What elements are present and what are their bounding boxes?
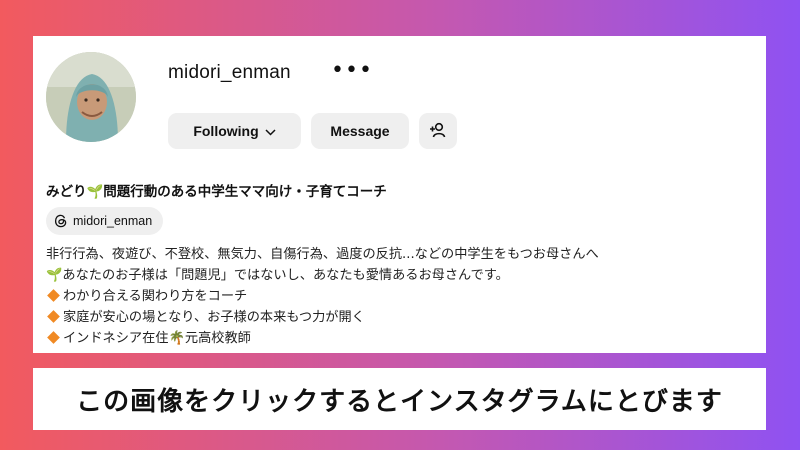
bio-line: 🌱あなたのお子様は「問題児」ではないし、あなたも愛情あるお母さんです。 <box>46 268 509 283</box>
threads-link[interactable]: midori_enman <box>46 207 164 235</box>
following-button[interactable]: Following <box>168 113 301 149</box>
bio-line: インドネシア在住🌴元高校教師 <box>46 328 599 349</box>
bio: 非行行為、夜遊び、不登校、無気力、自傷行為、過度の反抗...などの中学生をもつお… <box>46 244 599 349</box>
diamond-bullet-icon <box>47 310 60 323</box>
message-label: Message <box>330 123 390 139</box>
display-name: みどり🌱問題行動のある中学生ママ向け・子育てコーチ <box>46 184 387 200</box>
diamond-bullet-icon <box>47 331 60 344</box>
bio-line: 家庭が安心の場となり、お子様の本来もつ力が開く <box>46 307 599 328</box>
chevron-down-icon <box>265 123 276 139</box>
username[interactable]: midori_enman <box>168 62 291 84</box>
message-button[interactable]: Message <box>311 113 409 149</box>
following-label: Following <box>193 123 259 139</box>
more-options-icon[interactable]: ••• <box>331 60 373 82</box>
diamond-bullet-icon <box>47 289 60 302</box>
bio-text: インドネシア在住🌴元高校教師 <box>63 331 251 346</box>
avatar[interactable] <box>46 52 136 142</box>
instagram-link-banner[interactable]: この画像をクリックするとインスタグラムにとびます <box>33 368 766 430</box>
bio-text: 家庭が安心の場となり、お子様の本来もつ力が開く <box>63 310 365 325</box>
threads-icon <box>54 214 68 228</box>
bio-line: 非行行為、夜遊び、不登校、無気力、自傷行為、過度の反抗...などの中学生をもつお… <box>46 247 599 262</box>
bio-text: わかり合える関わり方をコーチ <box>63 289 248 304</box>
profile-card: midori_enman ••• Following Message みどり🌱問… <box>33 36 766 353</box>
add-user-icon <box>429 122 447 141</box>
add-user-button[interactable] <box>419 113 457 149</box>
bio-line: わかり合える関わり方をコーチ <box>46 286 599 307</box>
threads-handle: midori_enman <box>73 214 153 228</box>
